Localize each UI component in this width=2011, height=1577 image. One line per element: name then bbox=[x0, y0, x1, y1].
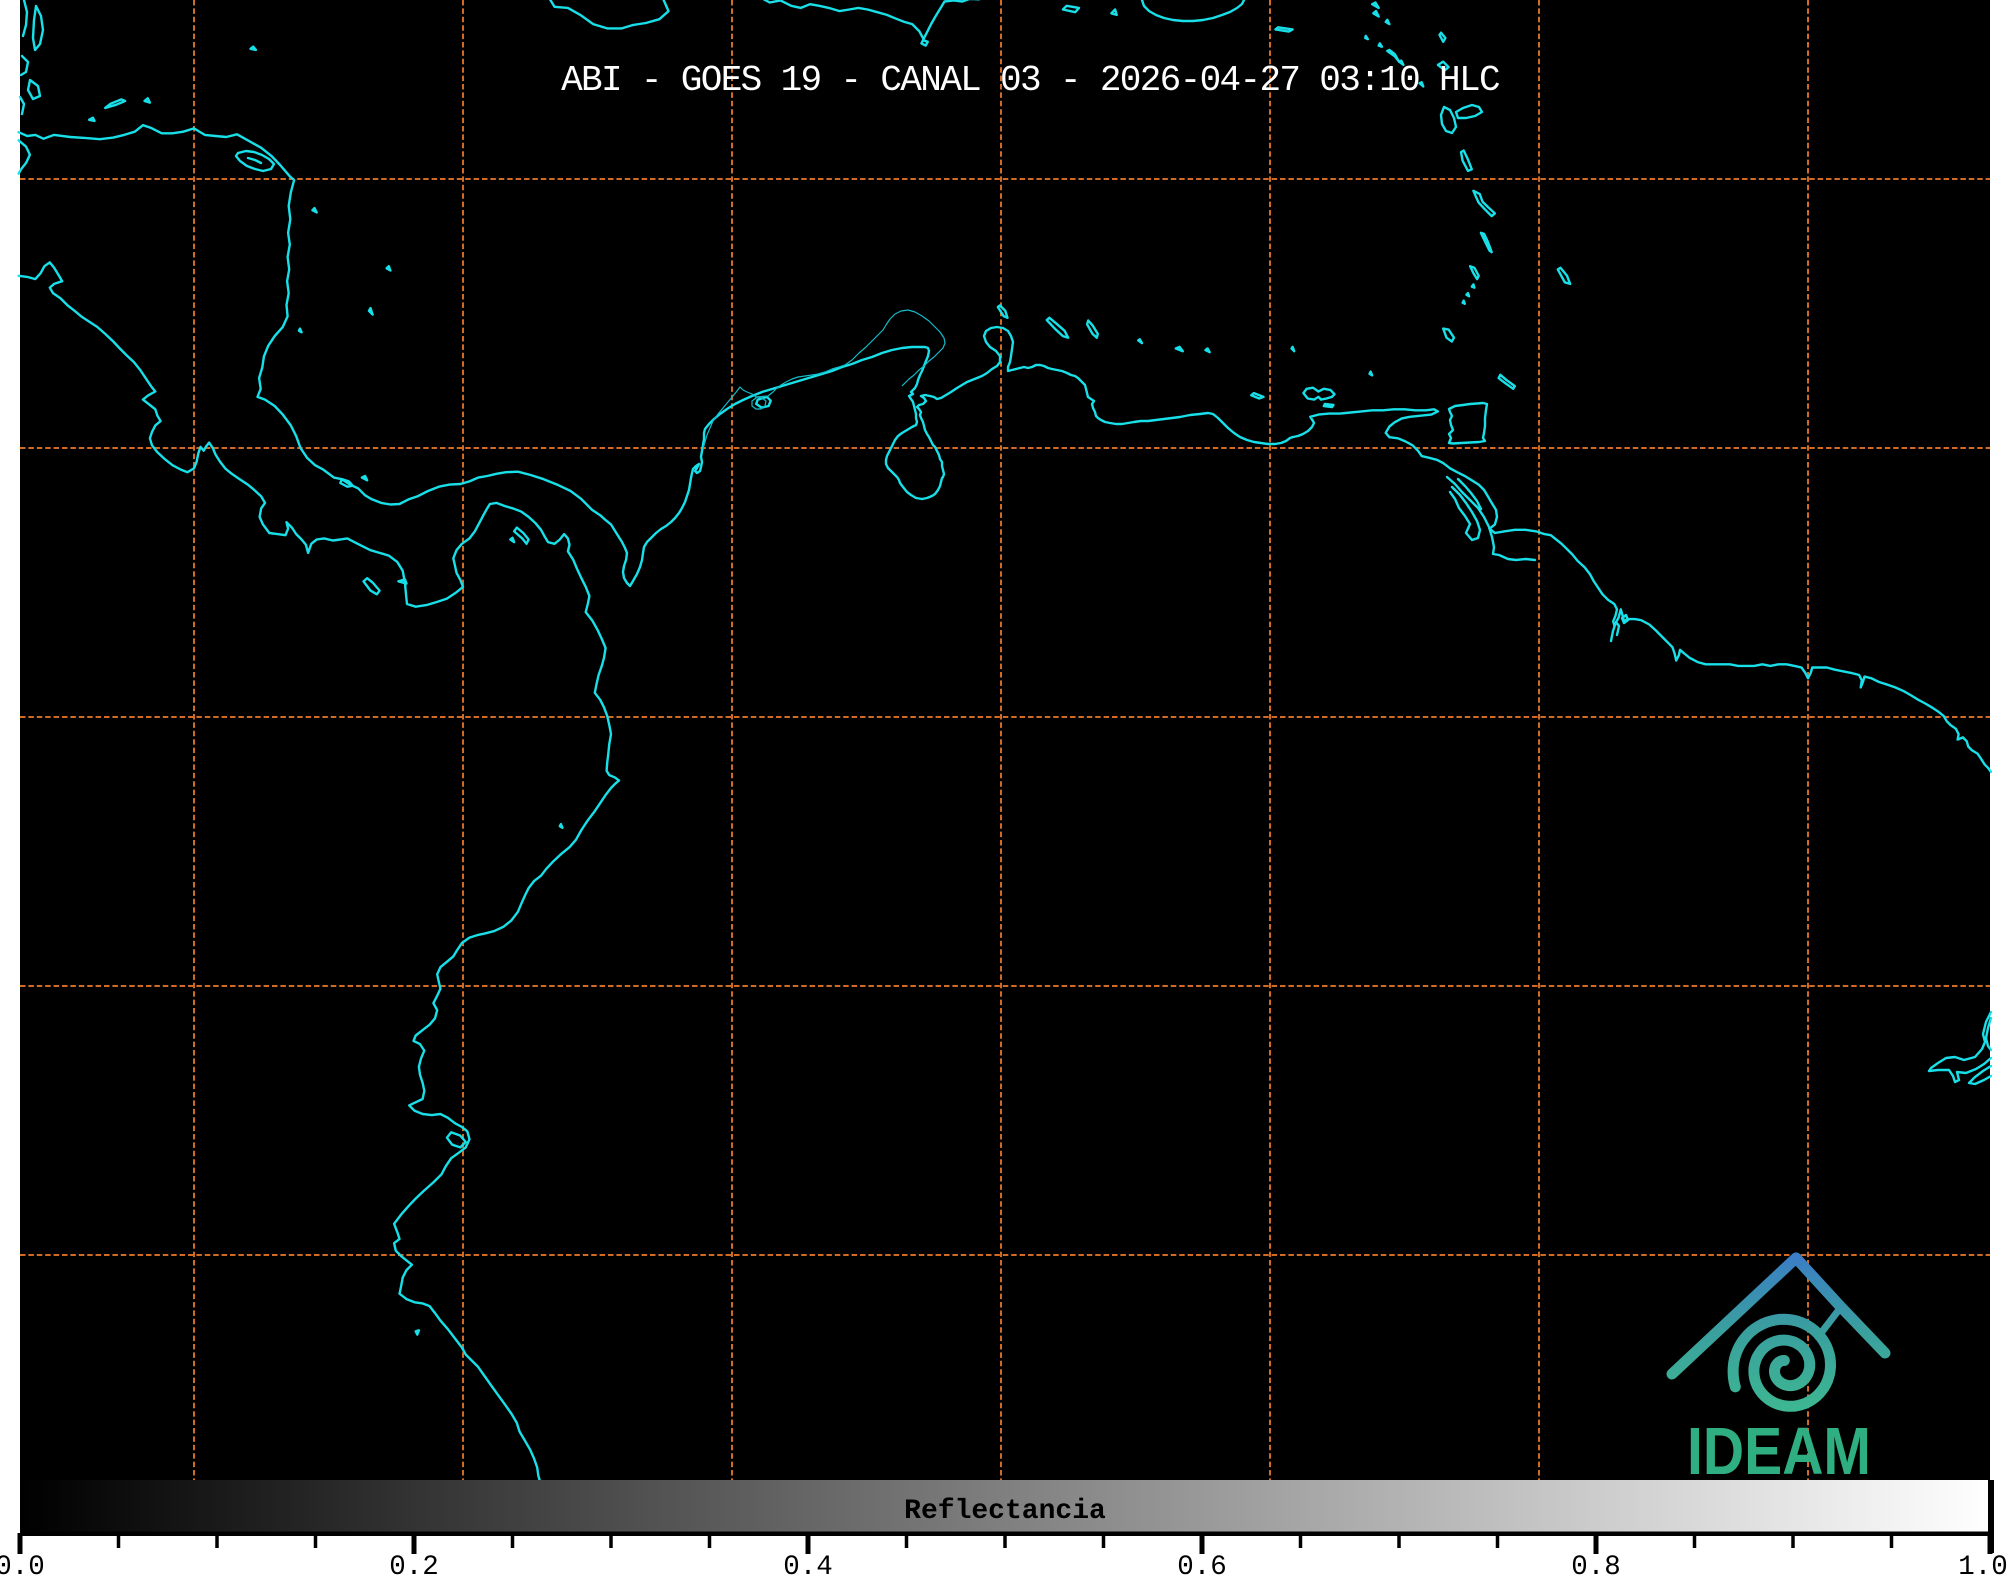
svg-text:0.4: 0.4 bbox=[783, 1552, 833, 1577]
svg-text:Reflectancia: Reflectancia bbox=[904, 1496, 1106, 1527]
svg-text:0.8: 0.8 bbox=[1571, 1552, 1621, 1577]
svg-text:ABI - GOES 19 - CANAL 03 - 202: ABI - GOES 19 - CANAL 03 - 2026-04-27 03… bbox=[561, 60, 1500, 101]
svg-text:IDEAM: IDEAM bbox=[1687, 1414, 1871, 1489]
svg-text:0.0: 0.0 bbox=[0, 1552, 45, 1577]
svg-text:1.0: 1.0 bbox=[1958, 1552, 2008, 1577]
svg-text:0.6: 0.6 bbox=[1177, 1552, 1227, 1577]
svg-text:0.2: 0.2 bbox=[389, 1552, 439, 1577]
